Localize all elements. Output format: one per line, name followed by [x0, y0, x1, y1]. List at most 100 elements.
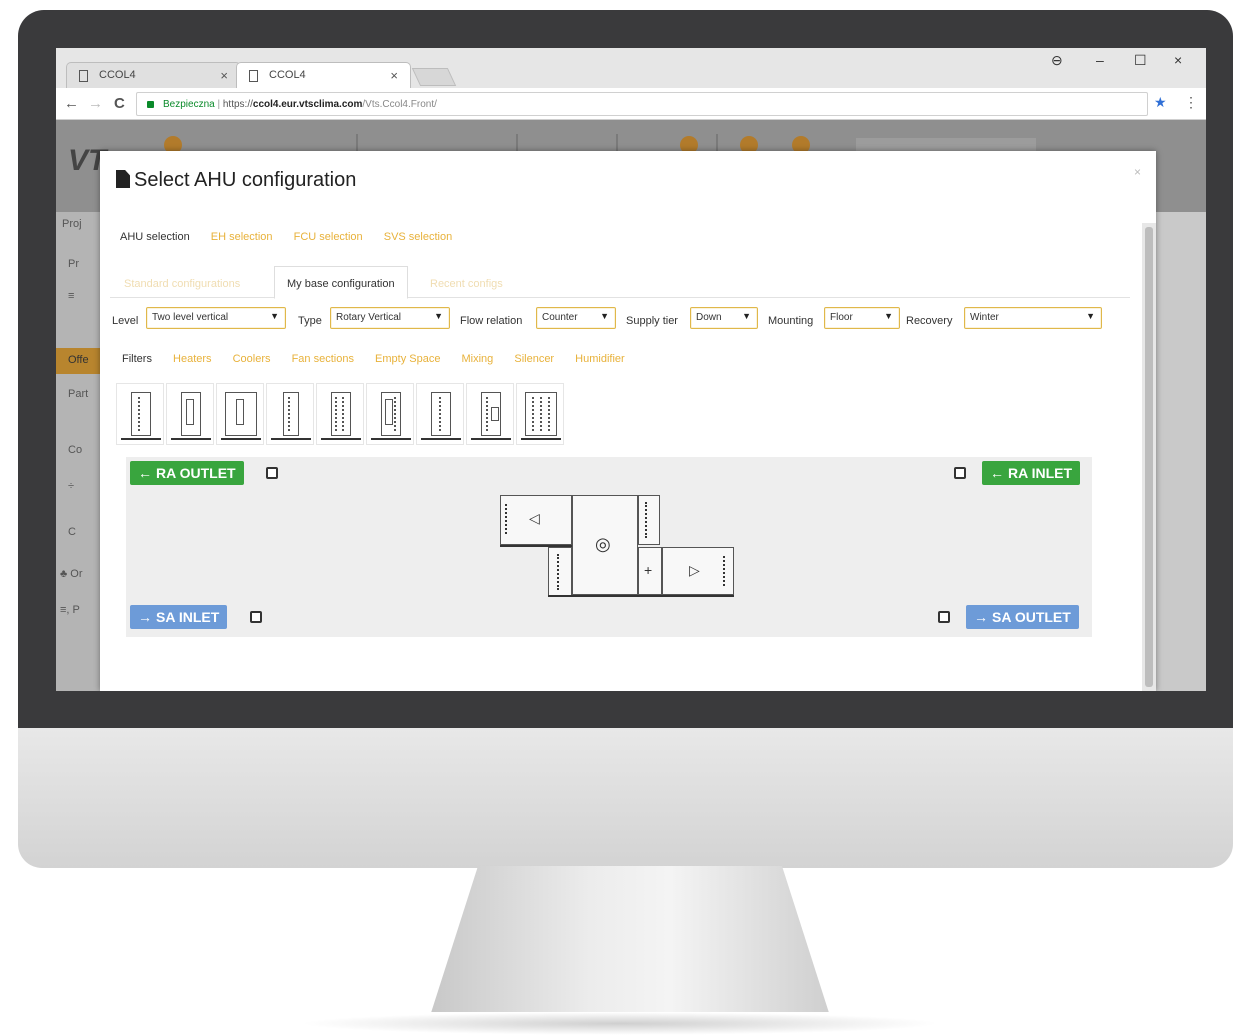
sidebar-item-offers[interactable]: Offe [56, 348, 100, 374]
supply-filter-unit[interactable] [548, 547, 572, 597]
section-mixing[interactable]: Mixing [462, 353, 494, 365]
sa-outlet-checkbox[interactable] [938, 611, 950, 623]
tab-svs-selection[interactable]: SVS selection [384, 231, 452, 243]
maximize-icon[interactable]: ☐ [1134, 52, 1147, 69]
sidebar-item-co[interactable]: Co [56, 438, 100, 464]
section-silencer[interactable]: Silencer [514, 353, 554, 365]
arrow-right-icon: → [974, 609, 988, 625]
damper-icon [723, 556, 727, 586]
section-coolers[interactable]: Coolers [233, 353, 271, 365]
heater-coil-icon[interactable] [266, 383, 314, 445]
mounting-select[interactable]: Floor ▼ [824, 307, 900, 329]
bag-coil-icon[interactable] [366, 383, 414, 445]
wave-filter-icon[interactable] [416, 383, 464, 445]
ra-outlet-checkbox[interactable] [266, 467, 278, 479]
scrollbar-thumb[interactable] [1145, 227, 1153, 687]
url-divider: | [217, 99, 221, 110]
recovery-value: Winter [970, 312, 999, 323]
modal-scrollbar[interactable] [1142, 223, 1156, 691]
tab-ahu-selection[interactable]: AHU selection [120, 231, 190, 243]
reload-icon[interactable]: C [114, 95, 125, 112]
ra-outlet-button[interactable]: ← RA OUTLET [130, 461, 244, 485]
flow-relation-value: Counter [542, 312, 578, 323]
double-coil-icon[interactable] [316, 383, 364, 445]
level-select[interactable]: Two level vertical ▼ [146, 307, 286, 329]
sa-inlet-button[interactable]: → SA INLET [130, 605, 228, 629]
cooler-icon[interactable] [216, 383, 264, 445]
back-icon[interactable]: ← [64, 95, 79, 112]
browser-tab-2[interactable]: CCOL4 × [236, 62, 411, 88]
ra-inlet-button[interactable]: ← RA INLET [982, 461, 1081, 485]
tab-fcu-selection[interactable]: FCU selection [294, 231, 363, 243]
new-tab-button[interactable] [411, 68, 457, 86]
modal-close-icon[interactable]: × [1134, 165, 1141, 179]
sidebar-item-divide[interactable]: ÷ [56, 474, 100, 500]
arrow-left-icon: ← [138, 465, 152, 481]
sidebar-item-projects[interactable]: Proj [56, 212, 94, 238]
tab-standard-configurations[interactable]: Standard configurations [124, 278, 240, 290]
sidebar-item-list[interactable]: ≡ [56, 284, 100, 310]
exhaust-filter-unit[interactable] [638, 495, 660, 545]
forward-icon[interactable]: → [88, 95, 103, 112]
ra-inlet-checkbox[interactable] [954, 467, 966, 479]
exhaust-fan-unit[interactable]: ◁ [500, 495, 572, 545]
type-label: Type [298, 315, 322, 327]
tab-eh-selection[interactable]: EH selection [211, 231, 273, 243]
caret-down-icon: ▼ [1086, 311, 1095, 321]
caret-down-icon: ▼ [270, 311, 279, 321]
tab-close-icon[interactable]: × [390, 68, 398, 83]
bag-filter-icon[interactable] [166, 383, 214, 445]
url-scheme: https:// [222, 99, 253, 110]
sidebar-item-pr[interactable]: Pr [56, 252, 100, 278]
tab-label: CCOL4 [269, 69, 306, 81]
account-icon[interactable]: ⊖ [1051, 52, 1063, 69]
recovery-select[interactable]: Winter ▼ [964, 307, 1102, 329]
browser-window: CCOL4 × CCOL4 × ⊖ – ☐ × ← → C Bezpieczna… [56, 48, 1206, 691]
sidebar-item-parts[interactable]: Part [56, 382, 100, 408]
section-humidifier[interactable]: Humidifier [575, 353, 625, 365]
rotary-recovery-unit[interactable]: ◎ [572, 495, 638, 595]
section-heaters[interactable]: Heaters [173, 353, 212, 365]
damper-icon [505, 504, 509, 534]
selection-tabs: AHU selection EH selection FCU selection… [120, 231, 470, 243]
url-path: /Vts.Ccol4.Front/ [362, 99, 437, 110]
url-host: ccol4.eur.vtsclima.com [252, 99, 363, 110]
section-filters[interactable]: Filters [122, 353, 152, 365]
supply-fan-icon: ▷ [689, 562, 700, 578]
section-empty-space[interactable]: Empty Space [375, 353, 440, 365]
bent-filter-icon[interactable] [466, 383, 514, 445]
tab-recent-configs[interactable]: Recent configs [430, 278, 503, 290]
browser-menu-icon[interactable]: ⋮ [1184, 94, 1198, 111]
supply-tier-select[interactable]: Down ▼ [690, 307, 758, 329]
filter-icon [557, 554, 561, 590]
supply-fan-unit[interactable]: ▷ [662, 547, 734, 595]
sidebar-item-orders[interactable]: ♣ Or [56, 562, 92, 588]
sidebar-item-c[interactable]: C [56, 520, 100, 546]
url-input[interactable]: Bezpieczna | https://ccol4.eur.vtsclima.… [136, 92, 1148, 116]
document-icon [79, 70, 88, 82]
bookmark-star-icon[interactable]: ★ [1154, 94, 1167, 111]
filter-icon [645, 502, 649, 538]
sa-inlet-checkbox[interactable] [250, 611, 262, 623]
caret-down-icon: ▼ [742, 311, 751, 321]
sa-inlet-label: SA INLET [156, 609, 220, 625]
tab-close-icon[interactable]: × [220, 68, 228, 83]
file-icon [116, 170, 130, 188]
section-fan-sections[interactable]: Fan sections [292, 353, 354, 365]
exhaust-fan-icon: ◁ [529, 510, 540, 526]
browser-tab-1[interactable]: CCOL4 × [66, 62, 241, 88]
minimize-icon[interactable]: – [1096, 52, 1104, 68]
filter-panel-icon[interactable] [116, 383, 164, 445]
sidebar-item-p[interactable]: ≡, P [56, 598, 92, 624]
tab-my-base-configuration[interactable]: My base configuration [274, 266, 408, 299]
flow-relation-select[interactable]: Counter ▼ [536, 307, 616, 329]
heater-unit[interactable]: + [638, 547, 662, 595]
ahu-configuration-canvas[interactable]: ← RA OUTLET ← RA INLET → SA INLET → SA OUTLE… [126, 457, 1092, 637]
sa-outlet-label: SA OUTLET [992, 609, 1071, 625]
type-select[interactable]: Rotary Vertical ▼ [330, 307, 450, 329]
sa-outlet-button[interactable]: → SA OUTLET [966, 605, 1079, 629]
secure-label: Bezpieczna [163, 99, 215, 110]
tab-bar: CCOL4 × CCOL4 × ⊖ – ☐ × [56, 48, 1206, 88]
wide-coil-icon[interactable] [516, 383, 564, 445]
close-window-icon[interactable]: × [1174, 52, 1182, 68]
